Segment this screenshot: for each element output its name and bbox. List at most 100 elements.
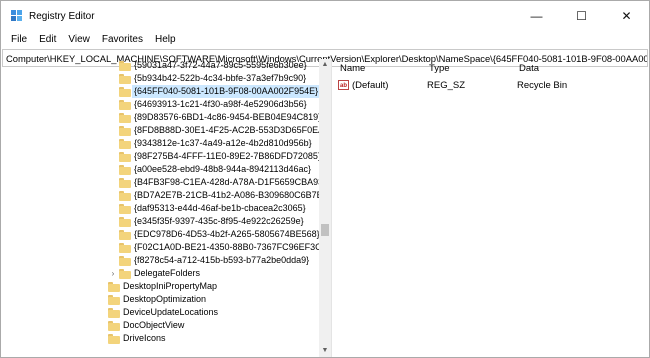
folder-icon	[119, 126, 131, 136]
tree-item-label: DriveIcons	[123, 333, 166, 343]
folder-icon	[119, 74, 131, 84]
tree-item-label: DocObjectView	[123, 320, 185, 330]
values-header: Name Type Data	[332, 59, 649, 77]
folder-icon	[119, 113, 131, 123]
tree-item-label: DesktopIniPropertyMap	[123, 281, 218, 291]
tree-rows: {59031a47-3f72-44a7-89c5-5595fe6b30ee} {5…	[1, 59, 327, 345]
folder-icon	[108, 321, 120, 331]
tree-item-label: {a00ee528-ebd9-48b8-944a-8942113d46ac}	[134, 164, 311, 174]
menu-view[interactable]: View	[62, 34, 96, 45]
tree-item[interactable]: {daf95313-e44d-46af-be1b-cbacea2c3065}	[1, 202, 319, 215]
tree-item[interactable]: {a00ee528-ebd9-48b8-944a-8942113d46ac}	[1, 163, 319, 176]
folder-icon	[119, 217, 131, 227]
tree-item[interactable]: {BD7A2E7B-21CB-41b2-A086-B309680C6B7E}	[1, 189, 326, 202]
close-button[interactable]: ✕	[604, 1, 649, 31]
tree-item[interactable]: {8FD8B88D-30E1-4F25-AC2B-553D3D65F0EA}	[1, 124, 327, 137]
menu-edit[interactable]: Edit	[33, 34, 62, 45]
tree-item[interactable]: DesktopOptimization	[1, 293, 319, 306]
scroll-thumb[interactable]	[321, 224, 329, 236]
window-title: Registry Editor	[29, 10, 95, 22]
folder-icon	[119, 178, 131, 188]
expand-chevron-icon[interactable]: ›	[109, 267, 117, 280]
folder-icon	[119, 269, 131, 279]
tree-item[interactable]: {645FF040-5081-101B-9F08-00AA002F954E}	[1, 85, 321, 98]
tree-item-label: {f8278c54-a712-415b-b593-b77a2be0dda9}	[134, 255, 310, 265]
folder-icon	[108, 282, 120, 292]
folder-icon	[119, 204, 131, 214]
minimize-button[interactable]: —	[514, 1, 559, 31]
maximize-button[interactable]: ☐	[559, 1, 604, 31]
tree-item-label: DelegateFolders	[134, 268, 201, 278]
tree-item-label: {89D83576-6BD1-4c86-9454-BEB04E94C819}	[134, 112, 322, 122]
folder-icon	[108, 308, 120, 318]
close-icon: ✕	[621, 9, 632, 23]
tree-item[interactable]: {64693913-1c21-4f30-a98f-4e52906d3b56}	[1, 98, 319, 111]
tree-item-label: {B4FB3F98-C1EA-428d-A78A-D1F5659CBA93}	[134, 177, 327, 187]
folder-icon	[119, 230, 131, 240]
folder-icon	[119, 100, 131, 110]
folder-icon	[119, 139, 131, 149]
folder-icon	[108, 295, 120, 305]
tree-item[interactable]: DeviceUpdateLocations	[1, 306, 319, 319]
tree-item-label: DesktopOptimization	[123, 294, 207, 304]
maximize-icon: ☐	[576, 9, 587, 23]
registry-editor-app-icon	[11, 10, 23, 22]
tree-item[interactable]: {5b934b42-522b-4c34-bbfe-37a3ef7b9c90}	[1, 72, 319, 85]
folder-icon	[119, 256, 131, 266]
tree-item[interactable]: {59031a47-3f72-44a7-89c5-5595fe6b30ee}	[1, 59, 319, 72]
value-data: Recycle Bin	[517, 79, 568, 91]
tree-item-label: {59031a47-3f72-44a7-89c5-5595fe6b30ee}	[134, 60, 307, 70]
tree-vertical-scrollbar[interactable]: ▲ ▼	[319, 59, 331, 357]
tree-item[interactable]: DocObjectView	[1, 319, 319, 332]
tree-item[interactable]: {F02C1A0D-BE21-4350-88B0-7367FC96EF3C}	[1, 241, 325, 254]
menu-bar: File Edit View Favorites Help	[1, 31, 649, 48]
value-row-default[interactable]: ab (Default) REG_SZ Recycle Bin	[332, 77, 649, 93]
tree-item-label: {daf95313-e44d-46af-be1b-cbacea2c3065}	[134, 203, 306, 213]
registry-editor-window: Registry Editor — ☐ ✕ File Edit View Fav…	[0, 0, 650, 358]
title-bar[interactable]: Registry Editor — ☐ ✕	[1, 1, 649, 31]
menu-favorites[interactable]: Favorites	[96, 34, 149, 45]
tree-item-label: {64693913-1c21-4f30-a98f-4e52906d3b56}	[134, 99, 307, 109]
registry-key-tree[interactable]: {59031a47-3f72-44a7-89c5-5595fe6b30ee} {5…	[1, 59, 332, 357]
tree-item-label: {EDC978D6-4D53-4b2f-A265-5805674BE568}	[134, 229, 320, 239]
tree-item[interactable]: {98F275B4-4FFF-11E0-89E2-7B86DFD72085}	[1, 150, 321, 163]
tree-item[interactable]: {89D83576-6BD1-4c86-9454-BEB04E94C819}	[1, 111, 321, 124]
tree-item[interactable]: {9343812e-1c37-4a49-a12e-4b2d810d956b}	[1, 137, 319, 150]
folder-icon	[119, 152, 131, 162]
tree-item[interactable]: {f8278c54-a712-415b-b593-b77a2be0dda9}	[1, 254, 319, 267]
tree-item-label: DeviceUpdateLocations	[123, 307, 219, 317]
value-name: (Default)	[352, 79, 389, 91]
tree-item-label: {BD7A2E7B-21CB-41b2-A086-B309680C6B7E}	[134, 190, 326, 200]
tree-item[interactable]: {B4FB3F98-C1EA-428d-A78A-D1F5659CBA93}	[1, 176, 326, 189]
value-name-cell: ab (Default)	[332, 80, 427, 91]
tree-item-label: {5b934b42-522b-4c34-bbfe-37a3ef7b9c90}	[134, 73, 307, 83]
folder-icon	[119, 61, 131, 71]
value-type: REG_SZ	[427, 79, 466, 91]
string-value-icon: ab	[338, 80, 349, 90]
tree-item-label: {8FD8B88D-30E1-4F25-AC2B-553D3D65F0EA}	[134, 125, 328, 135]
tree-item[interactable]: DesktopIniPropertyMap	[1, 280, 319, 293]
column-header-data[interactable]: Data	[519, 63, 649, 74]
tree-item[interactable]: {e345f35f-9397-435c-8f95-4e922c26259e}	[1, 215, 319, 228]
menu-file[interactable]: File	[5, 34, 33, 45]
tree-item[interactable]: DriveIcons	[1, 332, 319, 345]
tree-item-label: {98F275B4-4FFF-11E0-89E2-7B86DFD72085}	[134, 151, 321, 161]
tree-item-label: {645FF040-5081-101B-9F08-00AA002F954E}	[132, 85, 321, 98]
minimize-icon: —	[530, 9, 543, 23]
tree-item[interactable]: {EDC978D6-4D53-4b2f-A265-5805674BE568}	[1, 228, 320, 241]
folder-icon	[108, 334, 120, 344]
folder-icon	[119, 165, 131, 175]
tree-item-label: {F02C1A0D-BE21-4350-88B0-7367FC96EF3C}	[134, 242, 325, 252]
tree-item[interactable]: › DelegateFolders	[1, 267, 319, 280]
tree-item-label: {9343812e-1c37-4a49-a12e-4b2d810d956b}	[134, 138, 312, 148]
tree-item-label: {e345f35f-9397-435c-8f95-4e922c26259e}	[134, 216, 304, 226]
folder-icon	[119, 191, 131, 201]
scroll-up-arrow-icon[interactable]: ▲	[319, 59, 331, 71]
folder-icon	[119, 87, 131, 97]
column-header-name[interactable]: Name	[332, 63, 429, 74]
column-header-type[interactable]: Type	[429, 63, 519, 74]
scroll-down-arrow-icon[interactable]: ▼	[319, 345, 331, 357]
menu-help[interactable]: Help	[149, 34, 182, 45]
folder-icon	[119, 243, 131, 253]
values-pane[interactable]: Name Type Data ab (Default) REG_SZ Recyc…	[332, 59, 649, 357]
